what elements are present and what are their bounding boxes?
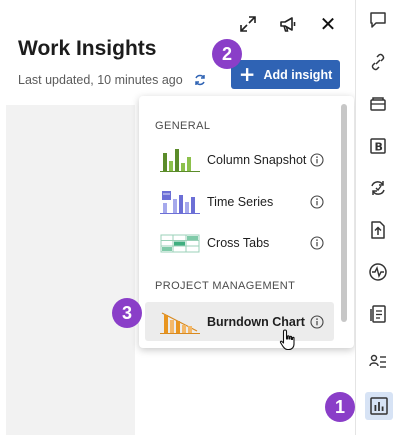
menu-item-cross-tabs[interactable]: Cross Tabs <box>145 223 334 262</box>
burndown-chart-thumbnail <box>159 309 201 335</box>
upload-icon[interactable] <box>366 218 390 242</box>
last-updated-text: Last updated, 10 minutes ago <box>18 73 183 87</box>
step-badge-2: 2 <box>212 39 242 69</box>
menu-item-label: Column Snapshot <box>207 152 307 167</box>
bold-b-icon[interactable]: B <box>366 134 390 158</box>
dropdown-scrollbar[interactable] <box>341 104 347 322</box>
menu-item-label: Time Series <box>207 194 274 209</box>
right-icon-rail: B <box>355 0 399 435</box>
insights-chart-icon[interactable] <box>365 392 393 420</box>
wallet-icon[interactable] <box>366 92 390 116</box>
close-icon[interactable]: ✕ <box>318 14 338 34</box>
form-icon[interactable] <box>366 302 390 326</box>
info-icon[interactable] <box>310 194 324 209</box>
menu-item-label: Cross Tabs <box>207 235 270 250</box>
menu-item-column-snapshot[interactable]: Column Snapshot <box>145 140 334 179</box>
step-badge-1: 1 <box>325 392 355 422</box>
page-title: Work Insights <box>18 37 157 60</box>
insight-type-dropdown: GENERAL Column Snapshot Time Series Cros… <box>139 96 354 348</box>
activity-icon[interactable] <box>366 260 390 284</box>
comment-icon[interactable] <box>366 8 390 32</box>
menu-item-label: Burndown Chart <box>207 314 305 329</box>
plus-icon: + <box>238 61 256 86</box>
column-snapshot-thumbnail <box>159 147 201 173</box>
add-insight-button[interactable]: + Add insight <box>231 60 340 89</box>
section-header-general: GENERAL <box>155 120 211 132</box>
people-list-icon[interactable] <box>366 350 390 374</box>
svg-text:B: B <box>375 141 383 154</box>
menu-item-time-series[interactable]: Time Series <box>145 182 334 221</box>
section-header-project-management: PROJECT MANAGEMENT <box>155 280 296 292</box>
info-icon[interactable] <box>310 235 324 250</box>
panel-toolbar: ✕ <box>238 14 338 34</box>
info-icon[interactable] <box>310 152 324 167</box>
last-updated-row: Last updated, 10 minutes ago <box>18 73 207 87</box>
step-badge-3: 3 <box>112 298 142 328</box>
megaphone-icon[interactable] <box>278 14 298 34</box>
expand-icon[interactable] <box>238 14 258 34</box>
menu-item-burndown-chart[interactable]: Burndown Chart <box>145 302 334 341</box>
cross-tabs-thumbnail <box>159 230 201 256</box>
hand-pointer-cursor-icon <box>278 328 300 352</box>
link-icon[interactable] <box>366 50 390 74</box>
refresh-icon[interactable] <box>193 73 207 87</box>
time-series-thumbnail <box>159 189 201 215</box>
sync-icon[interactable] <box>366 176 390 200</box>
info-icon[interactable] <box>310 314 324 329</box>
add-insight-label: Add insight <box>263 67 333 82</box>
